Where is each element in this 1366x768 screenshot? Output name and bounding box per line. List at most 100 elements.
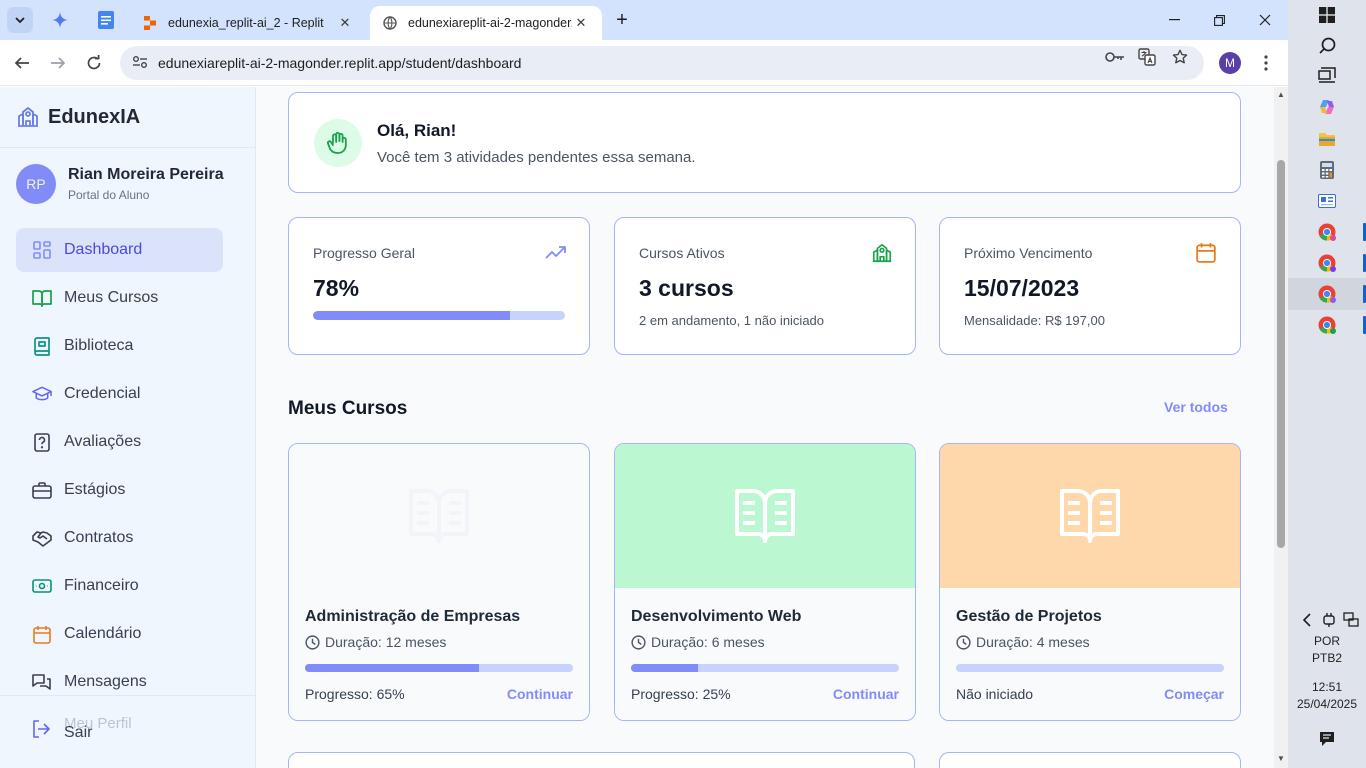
sidebar-item-label: Biblioteca: [64, 337, 134, 354]
sidebar-item-avaliacoes[interactable]: Avaliações: [16, 420, 223, 464]
progress-bar-fill: [313, 311, 510, 320]
sidebar-item-biblioteca[interactable]: Biblioteca: [16, 324, 223, 368]
back-button[interactable]: [8, 49, 36, 77]
address-bar[interactable]: edunexiareplit-ai-2-magonder.replit.app/…: [120, 46, 1204, 80]
task-view-icon[interactable]: [1316, 64, 1338, 86]
close-tab-icon[interactable]: ✕: [572, 15, 590, 31]
handshake-icon: [32, 528, 52, 548]
start-button[interactable]: Começar: [1164, 686, 1224, 702]
avatar: RP: [16, 164, 56, 204]
user-profile: RP Rian Moreira Pereira Portal do Aluno: [16, 164, 224, 204]
windows-start-icon[interactable]: [1316, 4, 1338, 26]
calendar-icon: [32, 624, 52, 644]
chevron-left-icon[interactable]: [1296, 609, 1318, 631]
password-key-icon[interactable]: [1104, 47, 1126, 67]
chrome-icon[interactable]: [1316, 314, 1338, 336]
stat-note: 2 em andamento, 1 não iniciado: [639, 313, 825, 328]
stat-value: 78%: [313, 275, 360, 301]
book-open-icon: [1060, 489, 1120, 543]
course-body: Desenvolvimento Web Duração: 6 meses Pro…: [615, 588, 915, 720]
tab-title: edunexiareplit-ai-2-magonder.r: [408, 16, 572, 30]
chrome-icon[interactable]: [1316, 221, 1338, 243]
file-explorer-icon[interactable]: [1316, 128, 1338, 150]
new-tab-button[interactable]: +: [609, 7, 635, 33]
clock-date[interactable]: 25/04/2025: [1288, 697, 1366, 711]
main-content: Olá, Rian! Você tem 3 atividades pendent…: [256, 87, 1274, 768]
continue-button[interactable]: Continuar: [507, 686, 573, 702]
school-icon: [871, 242, 893, 264]
welcome-message: Você tem 3 atividades pendentes essa sem…: [377, 149, 696, 166]
minimize-button[interactable]: [1151, 0, 1197, 40]
chevron-down-icon: [15, 17, 25, 24]
site-info-icon[interactable]: [132, 55, 152, 72]
profile-avatar[interactable]: M: [1219, 52, 1241, 74]
docs-pinned-tab[interactable]: [93, 7, 119, 33]
copilot-icon[interactable]: [1316, 96, 1338, 118]
sidebar-item-dashboard[interactable]: Dashboard: [16, 228, 223, 272]
course-duration: Duração: 4 meses: [956, 634, 1090, 650]
scroll-down-icon[interactable]: ▼: [1277, 754, 1285, 763]
course-progress-fill: [305, 664, 480, 672]
chrome-icon[interactable]: [1316, 283, 1338, 305]
view-all-link[interactable]: Ver todos: [1164, 399, 1228, 415]
brand[interactable]: EdunexIA: [16, 105, 140, 129]
calendar-icon: [1196, 242, 1218, 264]
scrollbar-thumb[interactable]: [1277, 160, 1285, 548]
docs-icon: [98, 11, 114, 29]
page-scrollbar[interactable]: ▲ ▼: [1274, 87, 1288, 768]
bookmark-star-icon[interactable]: [1169, 47, 1191, 67]
sparkle-icon: [52, 12, 68, 28]
chrome-icon[interactable]: [1316, 252, 1338, 274]
tab-replit[interactable]: edunexia_replit-ai_2 - Replit ✕: [130, 6, 366, 40]
minimize-icon: [1168, 19, 1180, 21]
gemini-button[interactable]: [47, 7, 73, 33]
close-icon: [1259, 14, 1271, 26]
search-icon[interactable]: [1316, 34, 1338, 56]
stat-label: Próximo Vencimento: [964, 245, 1093, 261]
logout-button[interactable]: Meu Perfil Sair: [16, 709, 223, 753]
close-window-button[interactable]: [1242, 0, 1288, 40]
close-tab-icon[interactable]: ✕: [336, 15, 354, 31]
calculator-icon[interactable]: [1316, 159, 1338, 181]
sidebar-item-contratos[interactable]: Contratos: [16, 516, 223, 560]
clock-icon: [305, 634, 320, 650]
network-icon[interactable]: [1340, 609, 1362, 631]
browser-menu-button[interactable]: [1256, 52, 1276, 74]
language-indicator[interactable]: POR: [1288, 634, 1366, 648]
course-card[interactable]: Desenvolvimento Web Duração: 6 meses Pro…: [614, 443, 916, 721]
trending-up-icon: [545, 242, 567, 264]
stat-card-progress: Progresso Geral 78%: [288, 217, 590, 355]
clock-time[interactable]: 12:51: [1288, 680, 1366, 694]
sidebar-item-credencial[interactable]: Credencial: [16, 372, 223, 416]
course-duration-text: Duração: 12 meses: [325, 634, 447, 650]
news-app-icon[interactable]: [1316, 190, 1338, 212]
course-card[interactable]: Gestão de Projetos Duração: 4 meses Não …: [939, 443, 1241, 721]
sidebar-item-financeiro[interactable]: Financeiro: [16, 564, 223, 608]
notifications-icon[interactable]: [1316, 728, 1338, 750]
course-title: Desenvolvimento Web: [631, 608, 802, 625]
sidebar-item-label: Dashboard: [64, 241, 143, 258]
briefcase-icon: [32, 480, 52, 500]
sidebar-item-estagios[interactable]: Estágios: [16, 468, 223, 512]
keyboard-layout[interactable]: PTB2: [1288, 651, 1366, 665]
tab-edunexia[interactable]: edunexiareplit-ai-2-magonder.r ✕: [370, 6, 602, 40]
course-duration-text: Duração: 4 meses: [976, 634, 1090, 650]
continue-button[interactable]: Continuar: [833, 686, 899, 702]
stat-card-courses: Cursos Ativos 3 cursos 2 em andamento, 1…: [614, 217, 916, 355]
reload-button[interactable]: [80, 49, 108, 77]
tab-search-button[interactable]: [7, 7, 33, 33]
course-card[interactable]: Administração de Empresas Duração: 12 me…: [288, 443, 590, 721]
course-progress-bar: [305, 664, 573, 672]
sidebar-item-calendario[interactable]: Calendário: [16, 612, 223, 656]
scroll-up-icon[interactable]: ▲: [1277, 90, 1285, 99]
sidebar-item-mensagens[interactable]: Mensagens: [16, 660, 223, 704]
usb-device-icon[interactable]: [1318, 609, 1340, 631]
sidebar: EdunexIA RP Rian Moreira Pereira Portal …: [0, 87, 256, 768]
translate-icon[interactable]: [1136, 47, 1158, 67]
restore-button[interactable]: [1196, 0, 1242, 40]
user-role: Portal do Aluno: [68, 188, 150, 202]
forward-button[interactable]: [44, 49, 72, 77]
course-progress-text: Progresso: 65%: [305, 686, 405, 702]
sidebar-item-label: Contratos: [64, 529, 134, 546]
sidebar-item-meus-cursos[interactable]: Meus Cursos: [16, 276, 223, 320]
